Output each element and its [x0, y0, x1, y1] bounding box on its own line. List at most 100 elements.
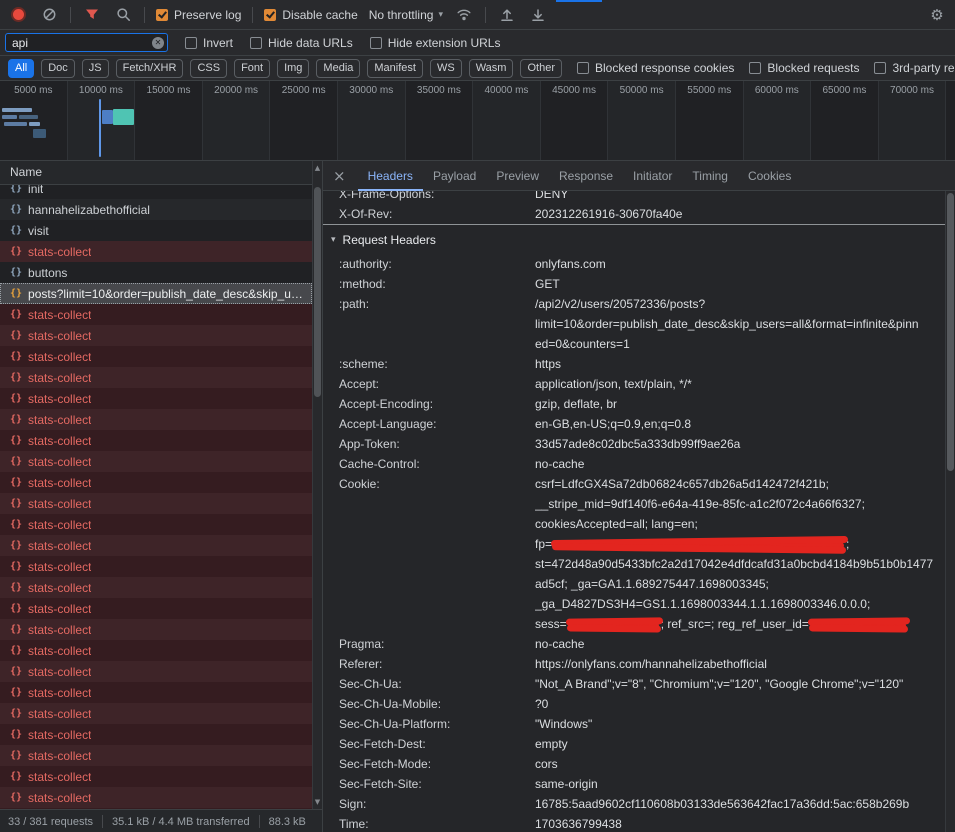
- tab-timing[interactable]: Timing: [682, 161, 738, 191]
- search-button[interactable]: [113, 5, 133, 25]
- tab-response[interactable]: Response: [549, 161, 623, 191]
- filter-type-js[interactable]: JS: [82, 59, 109, 78]
- filter-type-css[interactable]: CSS: [190, 59, 227, 78]
- scroll-down-icon[interactable]: ▼: [313, 797, 322, 807]
- filter-type-wasm[interactable]: Wasm: [469, 59, 514, 78]
- request-name: stats-collect: [28, 560, 91, 574]
- tab-preview[interactable]: Preview: [486, 161, 549, 191]
- tab-initiator[interactable]: Initiator: [623, 161, 682, 191]
- request-row[interactable]: {}stats-collect: [0, 430, 312, 451]
- request-row[interactable]: {}stats-collect: [0, 766, 312, 787]
- request-row[interactable]: {}stats-collect: [0, 724, 312, 745]
- request-row[interactable]: {}hannahelizabethofficial: [0, 199, 312, 220]
- header-value: GET: [535, 274, 945, 294]
- close-icon[interactable]: ×: [333, 161, 346, 191]
- hide-data-urls-checkbox[interactable]: Hide data URLs: [250, 36, 353, 50]
- request-row[interactable]: {}stats-collect: [0, 556, 312, 577]
- header-row: Sec-Fetch-Dest:empty: [323, 734, 945, 754]
- request-row[interactable]: {}stats-collect: [0, 409, 312, 430]
- filter-type-all[interactable]: All: [8, 59, 34, 78]
- request-row[interactable]: {}stats-collect: [0, 241, 312, 262]
- funnel-icon: [85, 8, 99, 21]
- request-row[interactable]: {}stats-collect: [0, 703, 312, 724]
- network-filter-input[interactable]: [5, 33, 168, 52]
- request-row[interactable]: {}stats-collect: [0, 367, 312, 388]
- clear-button[interactable]: [39, 5, 59, 25]
- request-row[interactable]: {}stats-collect: [0, 640, 312, 661]
- header-value-line: __stripe_mid=9df140f6-e64a-419e-85fc-a1c…: [535, 494, 945, 514]
- request-row[interactable]: {}stats-collect: [0, 682, 312, 703]
- waterfall-bar: [29, 122, 40, 126]
- request-row[interactable]: {}stats-collect: [0, 304, 312, 325]
- third-party-requests-checkbox[interactable]: 3rd-party requests: [874, 61, 955, 75]
- clear-filter-icon[interactable]: ✕: [152, 37, 164, 49]
- header-value-line: "Not_A Brand";v="8", "Chromium";v="120",…: [535, 674, 945, 694]
- header-value: 33d57ade8c02dbc5a333db99ff9ae26a: [535, 434, 945, 454]
- filter-toggle-button[interactable]: [82, 5, 102, 25]
- request-row[interactable]: {}stats-collect: [0, 745, 312, 766]
- header-value-line: empty: [535, 734, 945, 754]
- record-button[interactable]: [8, 5, 28, 25]
- filter-type-ws[interactable]: WS: [430, 59, 462, 78]
- hide-extension-urls-checkbox[interactable]: Hide extension URLs: [370, 36, 501, 50]
- status-divider: [259, 815, 260, 828]
- header-row: Accept-Encoding:gzip, deflate, br: [323, 394, 945, 414]
- request-row[interactable]: {}stats-collect: [0, 493, 312, 514]
- network-conditions-button[interactable]: [454, 5, 474, 25]
- settings-button[interactable]: ⚙: [927, 5, 947, 25]
- request-list-scrollbar[interactable]: ▲ ▼: [312, 161, 322, 809]
- request-row[interactable]: {}stats-collect: [0, 535, 312, 556]
- header-value-line: "Windows": [535, 714, 945, 734]
- request-row[interactable]: {}stats-collect: [0, 325, 312, 346]
- header-value-line: _ga_D4827DS3H4=GS1.1.1698003344.1.1.1698…: [535, 594, 945, 614]
- disable-cache-checkbox[interactable]: Disable cache: [264, 8, 357, 22]
- timeline-overview[interactable]: 5000 ms10000 ms15000 ms20000 ms25000 ms3…: [0, 81, 955, 161]
- scroll-up-icon[interactable]: ▲: [313, 163, 322, 173]
- request-row[interactable]: {}stats-collect: [0, 661, 312, 682]
- request-name: stats-collect: [28, 665, 91, 679]
- throttling-select[interactable]: No throttling ▾: [369, 8, 443, 22]
- import-har-button[interactable]: [497, 5, 517, 25]
- header-value-line: ad5cf; _ga=GA1.1.689275447.1698003345;: [535, 574, 945, 594]
- gear-icon: ⚙: [930, 5, 943, 25]
- filter-type-fetchxhr[interactable]: Fetch/XHR: [116, 59, 184, 78]
- scrollbar-thumb[interactable]: [947, 193, 954, 471]
- header-name: Time:: [323, 814, 535, 832]
- toolbar-divider: [485, 7, 486, 23]
- tab-cookies[interactable]: Cookies: [738, 161, 801, 191]
- request-row[interactable]: {}stats-collect: [0, 598, 312, 619]
- header-value-line: 16785:5aad9602cf110608b03133de563642fac1…: [535, 794, 945, 814]
- export-har-button[interactable]: [528, 5, 548, 25]
- request-row[interactable]: {}stats-collect: [0, 514, 312, 535]
- request-row[interactable]: {}stats-collect: [0, 388, 312, 409]
- blocked-response-cookies-checkbox[interactable]: Blocked response cookies: [577, 61, 734, 75]
- request-headers-section-header[interactable]: ▾ Request Headers: [323, 225, 945, 254]
- filter-type-manifest[interactable]: Manifest: [367, 59, 423, 78]
- filter-type-other[interactable]: Other: [520, 59, 562, 78]
- filter-type-font[interactable]: Font: [234, 59, 270, 78]
- filter-type-media[interactable]: Media: [316, 59, 360, 78]
- preserve-log-checkbox[interactable]: Preserve log: [156, 8, 241, 22]
- request-row[interactable]: {}stats-collect: [0, 472, 312, 493]
- invert-checkbox[interactable]: Invert: [185, 36, 233, 50]
- request-row[interactable]: {}buttons: [0, 262, 312, 283]
- filter-type-doc[interactable]: Doc: [41, 59, 75, 78]
- header-value-line: application/json, text/plain, */*: [535, 374, 945, 394]
- request-row[interactable]: {}stats-collect: [0, 451, 312, 472]
- header-value-text: ad5cf; _ga=GA1.1.689275447.1698003345;: [535, 577, 769, 591]
- scrollbar-thumb[interactable]: [314, 187, 321, 397]
- request-row[interactable]: {}stats-collect: [0, 787, 312, 808]
- request-row[interactable]: {}stats-collect: [0, 619, 312, 640]
- name-column-header[interactable]: Name: [0, 161, 322, 185]
- request-row[interactable]: {}init: [0, 185, 312, 199]
- header-row: :path:/api2/v2/users/20572336/posts?limi…: [323, 294, 945, 354]
- request-row[interactable]: {}visit: [0, 220, 312, 241]
- filter-type-img[interactable]: Img: [277, 59, 309, 78]
- details-scrollbar[interactable]: [945, 191, 955, 832]
- blocked-requests-checkbox[interactable]: Blocked requests: [749, 61, 859, 75]
- tab-headers[interactable]: Headers: [358, 161, 423, 191]
- tab-payload[interactable]: Payload: [423, 161, 486, 191]
- request-row[interactable]: {}posts?limit=10&order=publish_date_desc…: [0, 283, 312, 304]
- request-row[interactable]: {}stats-collect: [0, 346, 312, 367]
- request-row[interactable]: {}stats-collect: [0, 577, 312, 598]
